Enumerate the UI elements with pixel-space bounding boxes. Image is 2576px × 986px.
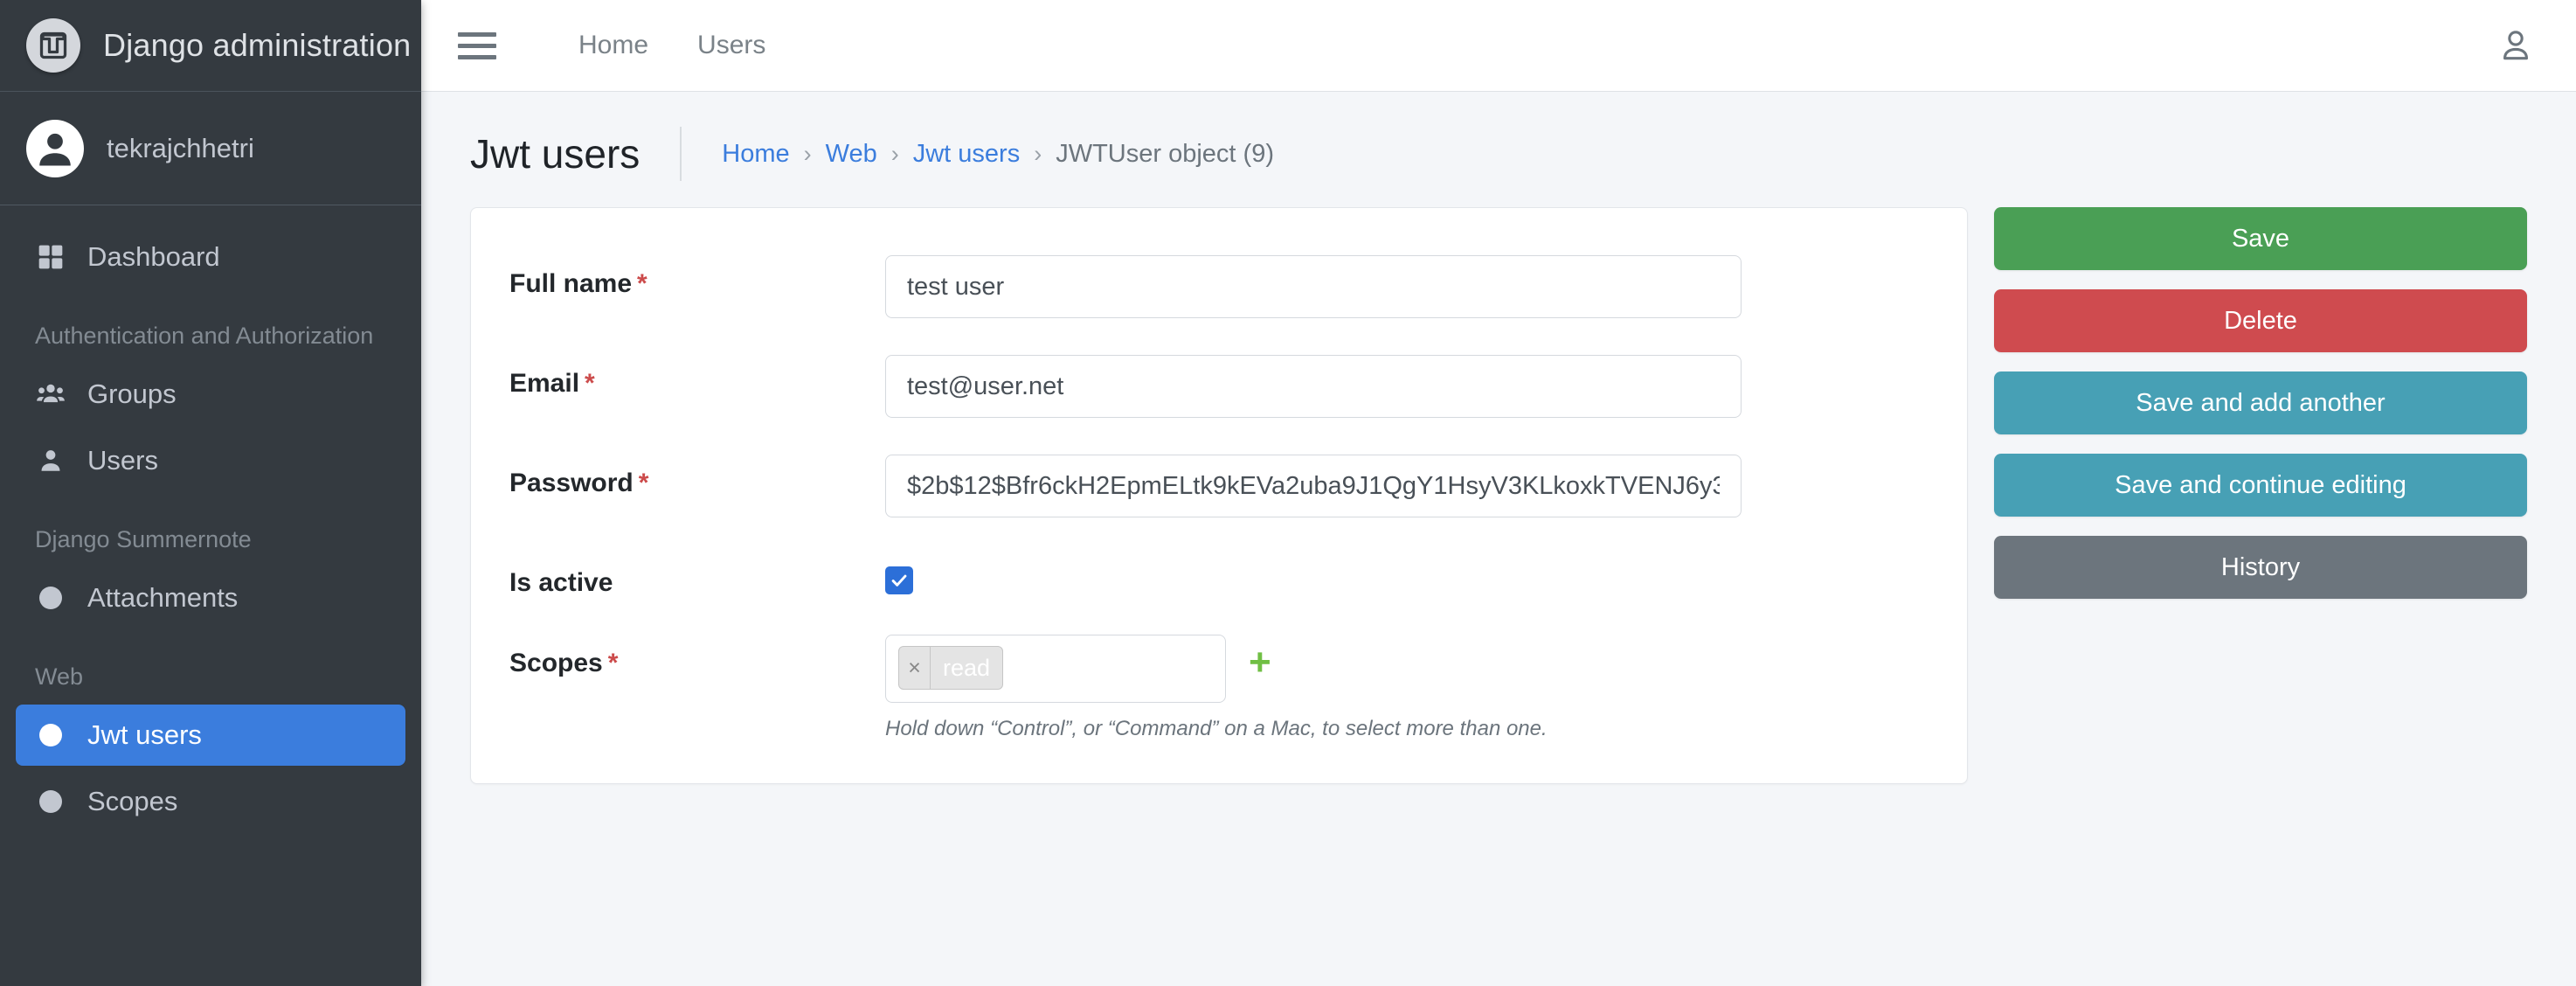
- sidebar-item-label: Users: [87, 445, 158, 476]
- breadcrumb-separator: ›: [1034, 140, 1042, 167]
- full-name-control: [885, 255, 1742, 318]
- label-text: Scopes: [509, 649, 603, 677]
- email-input[interactable]: [885, 355, 1742, 418]
- sidebar-item-users[interactable]: Users: [16, 430, 405, 491]
- scopes-select-wrap: × read +: [885, 635, 1742, 703]
- email-control: [885, 355, 1742, 418]
- topnav-link-home[interactable]: Home: [554, 31, 673, 60]
- add-scope-button[interactable]: +: [1249, 635, 1271, 691]
- page-head: Jwt users Home › Web › Jwt users › JWTUs…: [421, 92, 2576, 207]
- jwt-user-form-card: Full name* Email*: [470, 207, 1968, 784]
- user-icon[interactable]: [2492, 22, 2539, 69]
- full-name-input[interactable]: [885, 255, 1742, 318]
- password-input[interactable]: [885, 455, 1742, 517]
- breadcrumb-item-home[interactable]: Home: [722, 140, 789, 169]
- password-control: [885, 455, 1742, 517]
- remove-tag-icon[interactable]: ×: [899, 647, 931, 689]
- topbar: Home Users: [421, 0, 2576, 92]
- sidebar-item-scopes[interactable]: Scopes: [16, 771, 405, 832]
- label-text: Password: [509, 469, 634, 497]
- content-area: Full name* Email*: [421, 207, 2576, 986]
- breadcrumb-item-web[interactable]: Web: [826, 140, 877, 169]
- history-button[interactable]: History: [1994, 536, 2527, 599]
- sidebar-item-label: Groups: [87, 378, 177, 409]
- page-title: Jwt users: [470, 131, 641, 177]
- person-icon: [35, 445, 66, 476]
- breadcrumb-separator: ›: [803, 140, 812, 167]
- form-row-email: Email *: [509, 355, 1929, 418]
- action-buttons: Save Delete Save and add another Save an…: [1994, 207, 2527, 599]
- sidebar: Django administration tekrajchhetri Dash…: [0, 0, 421, 986]
- hamburger-icon[interactable]: [458, 26, 496, 65]
- form-row-full-name: Full name *: [509, 255, 1929, 318]
- breadcrumb-item-jwt-users[interactable]: Jwt users: [913, 140, 1020, 169]
- save-and-continue-editing-button[interactable]: Save and continue editing: [1994, 454, 2527, 517]
- dot-icon: [35, 786, 66, 817]
- sidebar-section-header-web: Web: [35, 663, 84, 690]
- sidebar-item-label: Dashboard: [87, 241, 220, 272]
- dot-icon: [35, 719, 66, 751]
- save-and-add-another-button[interactable]: Save and add another: [1994, 371, 2527, 434]
- grid-icon: [35, 241, 66, 273]
- form-row-is-active: Is active: [509, 554, 1929, 598]
- scopes-control: × read + Hold down “Control”, or “Comman…: [885, 635, 1742, 741]
- brand-header[interactable]: Django administration: [0, 0, 421, 92]
- sidebar-item-groups[interactable]: Groups: [16, 364, 405, 425]
- email-label: Email *: [509, 355, 885, 399]
- form-row-password: Password *: [509, 455, 1929, 517]
- sidebar-section-header-summernote: Django Summernote: [35, 526, 252, 552]
- required-marker: *: [638, 469, 649, 497]
- brand-title: Django administration: [103, 27, 412, 63]
- sidebar-item-label: Jwt users: [87, 719, 202, 750]
- dot-icon: [35, 582, 66, 614]
- scopes-multiselect[interactable]: × read: [885, 635, 1226, 703]
- save-button[interactable]: Save: [1994, 207, 2527, 270]
- full-name-label: Full name *: [509, 255, 885, 299]
- is-active-control: [885, 554, 1742, 594]
- sidebar-section-header-auth: Authentication and Authorization: [35, 323, 374, 349]
- django-logo-icon: [26, 18, 80, 73]
- label-text: Full name: [509, 269, 633, 298]
- sidebar-item-label: Attachments: [87, 582, 239, 613]
- scopes-help-text: Hold down “Control”, or “Command” on a M…: [885, 717, 1548, 740]
- sidebar-item-label: Scopes: [87, 786, 178, 816]
- user-panel[interactable]: tekrajchhetri: [0, 92, 421, 205]
- breadcrumb-separator: ›: [890, 140, 899, 167]
- people-icon: [35, 378, 66, 410]
- scopes-label: Scopes *: [509, 635, 885, 678]
- required-marker: *: [637, 269, 647, 298]
- delete-button[interactable]: Delete: [1994, 289, 2527, 352]
- breadcrumb: Home › Web › Jwt users › JWTUser object …: [680, 127, 1274, 181]
- sidebar-item-dashboard[interactable]: Dashboard: [16, 226, 405, 288]
- required-marker: *: [585, 369, 595, 398]
- form-row-scopes: Scopes * × read + Hold down “Control”, o…: [509, 635, 1929, 741]
- breadcrumb-item-current: JWTUser object (9): [1056, 139, 1274, 168]
- scope-tag-read[interactable]: × read: [898, 646, 1004, 690]
- required-marker: *: [607, 649, 619, 677]
- user-avatar-icon: [26, 119, 84, 177]
- admin-page: Django administration tekrajchhetri Dash…: [0, 0, 2576, 986]
- main-area: Home Users Jwt users Home › Web › Jwt us…: [421, 0, 2576, 986]
- label-text: Email: [509, 369, 580, 398]
- is-active-label: Is active: [509, 568, 613, 597]
- sidebar-nav: Dashboard Authentication and Authorizati…: [0, 205, 421, 986]
- sidebar-username: tekrajchhetri: [107, 132, 254, 163]
- sidebar-item-attachments[interactable]: Attachments: [16, 567, 405, 628]
- sidebar-item-jwt-users[interactable]: Jwt users: [16, 705, 405, 766]
- topnav-link-users[interactable]: Users: [673, 31, 790, 60]
- password-label: Password *: [509, 455, 885, 498]
- is-active-checkbox[interactable]: [885, 566, 913, 594]
- scope-tag-label: read: [943, 654, 991, 681]
